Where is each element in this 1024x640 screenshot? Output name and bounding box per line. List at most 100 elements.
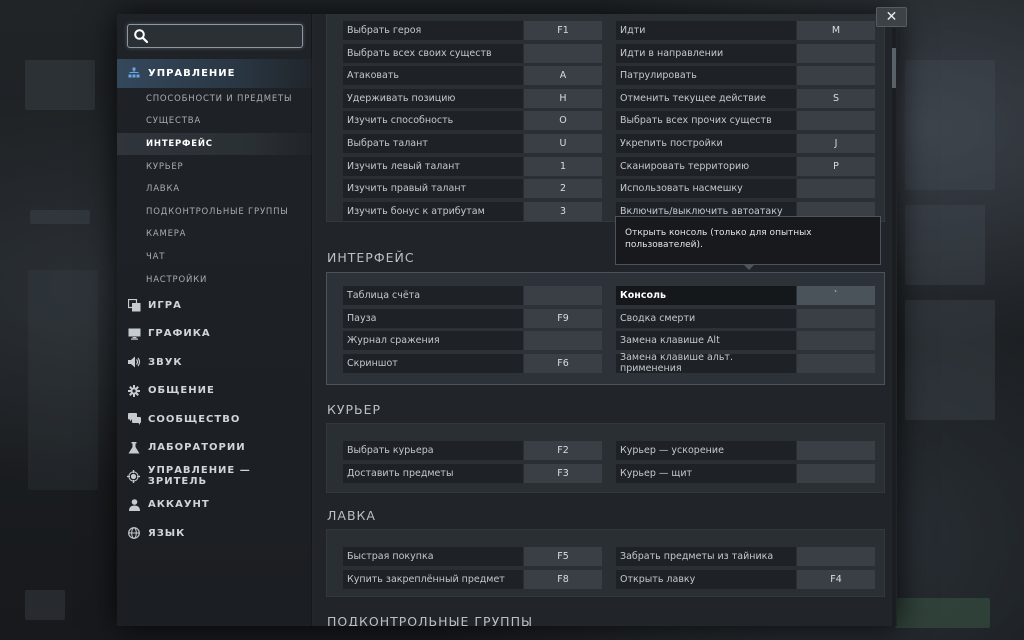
- keybind-key-button[interactable]: 3: [524, 201, 602, 221]
- nav-item-1[interactable]: ИГРА: [117, 291, 312, 320]
- keybind-key-button[interactable]: F2: [524, 441, 602, 460]
- keybind-label[interactable]: Быстрая покупка: [343, 547, 523, 566]
- keybind-label[interactable]: Замена клавише Alt: [616, 331, 796, 351]
- keybind-row: Изучить способность O: [343, 111, 602, 131]
- keybind-label[interactable]: Использовать насмешку: [616, 179, 796, 199]
- keybind-label[interactable]: Журнал сражения: [343, 331, 523, 351]
- keybind-key-button[interactable]: [797, 353, 875, 373]
- keybind-key-button[interactable]: U: [524, 134, 602, 153]
- keybind-key-button[interactable]: A: [524, 66, 602, 86]
- nav-item-6[interactable]: ЛАБОРАТОРИИ: [117, 433, 312, 462]
- keybind-key-button[interactable]: 1: [524, 156, 602, 176]
- keybind-key-button[interactable]: [797, 179, 875, 199]
- settings-content: Выбрать героя F1 Выбрать всех своих сущест…: [313, 14, 897, 626]
- nav-subitem-0-0[interactable]: СПОСОБНОСТИ И ПРЕДМЕТЫ: [117, 88, 312, 111]
- nav-subitem-0-5[interactable]: ПОДКОНТРОЛЬНЫЕ ГРУППЫ: [117, 200, 312, 223]
- keybind-label[interactable]: Открыть лавку: [616, 569, 796, 589]
- keybind-label[interactable]: Скриншот: [343, 353, 523, 373]
- keybind-label[interactable]: Выбрать героя: [343, 21, 523, 40]
- keybind-key-button[interactable]: O: [524, 111, 602, 131]
- keybind-key-button[interactable]: S: [797, 88, 875, 108]
- keybind-label[interactable]: Отменить текущее действие: [616, 88, 796, 108]
- keybind-label[interactable]: Выбрать курьера: [343, 441, 523, 460]
- nav-subitem-0-2[interactable]: ИНТЕРФЕЙС: [117, 132, 312, 156]
- keybind-label[interactable]: Замена клавише альт. применения: [616, 352, 796, 374]
- nav-item-3[interactable]: ЗВУК: [117, 348, 312, 377]
- keybind-key-button[interactable]: [797, 463, 875, 483]
- keybind-row: Укрепить постройки J: [616, 134, 875, 153]
- keybind-key-button[interactable]: [797, 43, 875, 63]
- keybind-key-button[interactable]: [797, 331, 875, 351]
- nav-item-4[interactable]: ОБЩЕНИЕ: [117, 376, 312, 405]
- keybind-label[interactable]: Забрать предметы из тайника: [616, 547, 796, 566]
- keybind-label[interactable]: Изучить бонус к атрибутам: [343, 201, 523, 221]
- keybind-label[interactable]: Купить закреплённый предмет: [343, 569, 523, 589]
- keybind-key-button[interactable]: F8: [524, 569, 602, 589]
- keybind-label[interactable]: Изучить способность: [343, 111, 523, 131]
- scrollbar-thumb[interactable]: [892, 48, 896, 88]
- keybind-key-button[interactable]: [524, 43, 602, 63]
- keybind-key-button[interactable]: F5: [524, 547, 602, 566]
- keybind-key-button[interactable]: P: [797, 156, 875, 176]
- nav-subitem-0-6[interactable]: КАМЕРА: [117, 223, 312, 246]
- keybind-label[interactable]: Удерживать позицию: [343, 88, 523, 108]
- keybind-label[interactable]: Атаковать: [343, 66, 523, 86]
- keybind-label[interactable]: Сканировать территорию: [616, 156, 796, 176]
- nav-subitem-0-3[interactable]: КУРЬЕР: [117, 155, 312, 178]
- keybind-key-button[interactable]: [797, 547, 875, 566]
- keybind-key-button[interactable]: [524, 286, 602, 305]
- tooltip-text: Открыть консоль (только для опытных поль…: [625, 228, 812, 250]
- keybind-label[interactable]: Выбрать всех своих существ: [343, 43, 523, 63]
- nav-subitem-0-8[interactable]: НАСТРОЙКИ: [117, 268, 312, 291]
- nav-item-5[interactable]: СООБЩЕСТВО: [117, 405, 312, 434]
- keybind-label[interactable]: Изучить левый талант: [343, 156, 523, 176]
- user-icon: [127, 498, 141, 512]
- nav-item-2[interactable]: ГРАФИКА: [117, 319, 312, 348]
- keybind-key-button[interactable]: F9: [524, 308, 602, 328]
- keybind-label[interactable]: Таблица счёта: [343, 286, 523, 305]
- nav-item-label: ОБЩЕНИЕ: [148, 385, 215, 397]
- nav-item-0[interactable]: УПРАВЛЕНИЕ: [117, 59, 312, 88]
- keybind-row: Выбрать талант U: [343, 134, 602, 153]
- keybind-label[interactable]: Курьер — щит: [616, 463, 796, 483]
- keybind-key-button[interactable]: M: [797, 21, 875, 40]
- keybind-key-button[interactable]: [797, 111, 875, 131]
- keybind-key-button[interactable]: H: [524, 88, 602, 108]
- keybind-label[interactable]: Пауза: [343, 308, 523, 328]
- keybind-label[interactable]: Изучить правый талант: [343, 179, 523, 199]
- content-scrollbar[interactable]: [892, 28, 896, 626]
- keybind-key-button[interactable]: [797, 66, 875, 86]
- nav-item-9[interactable]: ЯЗЫК: [117, 519, 312, 548]
- search-input[interactable]: [152, 27, 300, 45]
- search-box[interactable]: [127, 24, 303, 48]
- keybind-label[interactable]: Патрулировать: [616, 66, 796, 86]
- nav-item-7[interactable]: УПРАВЛЕНИЕ — ЗРИТЕЛЬ: [117, 462, 312, 491]
- keybind-row: Быстрая покупка F5: [343, 547, 602, 566]
- keybind-key-button[interactable]: J: [797, 134, 875, 153]
- keybind-key-button[interactable]: [797, 441, 875, 460]
- keybind-label[interactable]: Выбрать всех прочих существ: [616, 111, 796, 131]
- keybind-key-button[interactable]: `: [797, 286, 875, 305]
- keybind-label[interactable]: Доставить предметы: [343, 463, 523, 483]
- keybind-key-button[interactable]: F6: [524, 353, 602, 373]
- keybind-label[interactable]: Укрепить постройки: [616, 134, 796, 153]
- keybind-key-button[interactable]: F4: [797, 569, 875, 589]
- keybind-row: Доставить предметы F3: [343, 463, 602, 483]
- keybind-key-button[interactable]: F3: [524, 463, 602, 483]
- keybind-label[interactable]: Выбрать талант: [343, 134, 523, 153]
- nav-subitem-0-4[interactable]: ЛАВКА: [117, 178, 312, 201]
- keybind-key-button[interactable]: [797, 308, 875, 328]
- keybind-label[interactable]: Идти: [616, 21, 796, 40]
- keybind-key-button[interactable]: 2: [524, 179, 602, 199]
- keybind-label[interactable]: Консоль: [616, 286, 796, 305]
- nav-item-8[interactable]: АККАУНТ: [117, 490, 312, 519]
- keybind-label[interactable]: Сводка смерти: [616, 308, 796, 328]
- keybind-key-button[interactable]: F1: [524, 21, 602, 40]
- nav-subitem-0-7[interactable]: ЧАТ: [117, 246, 312, 269]
- close-button[interactable]: ✕: [876, 7, 907, 27]
- keybind-label[interactable]: Курьер — ускорение: [616, 441, 796, 460]
- nav-subitem-0-1[interactable]: СУЩЕСТВА: [117, 110, 312, 133]
- keybind-row: Выбрать героя F1: [343, 21, 602, 40]
- keybind-label[interactable]: Идти в направлении: [616, 43, 796, 63]
- keybind-key-button[interactable]: [524, 331, 602, 351]
